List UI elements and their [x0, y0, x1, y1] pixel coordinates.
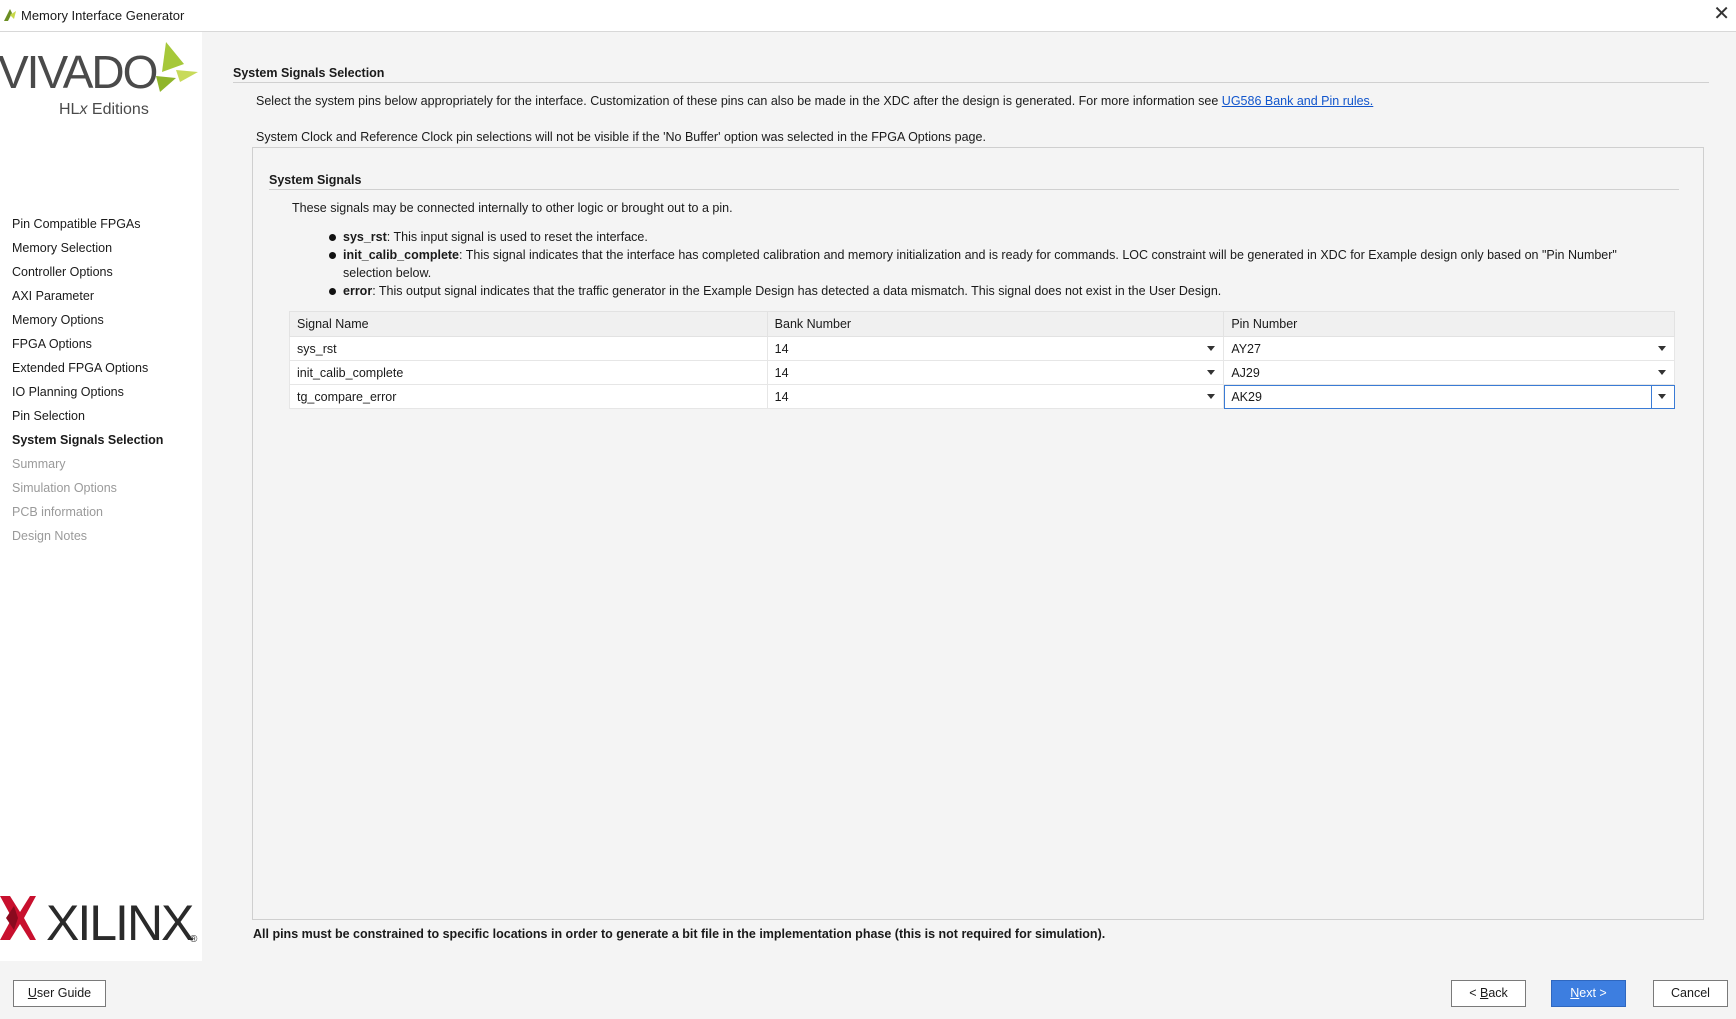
nav-item-design-notes: Design Notes [12, 529, 88, 543]
vivado-leaf-low [156, 76, 176, 92]
panel-description: These signals may be connected internall… [292, 201, 733, 215]
close-icon[interactable]: ✕ [1713, 3, 1730, 25]
signal-name-cell: tg_compare_error [289, 384, 768, 409]
bullet-init-calib-complete: init_calib_complete: This signal indicat… [329, 246, 1669, 282]
nav-item-memory-selection[interactable]: Memory Selection [0, 236, 202, 260]
pin-number-select[interactable]: AK29 [1223, 384, 1675, 409]
vivado-leaf-right [176, 70, 198, 82]
nav-item-axi-parameter[interactable]: AXI Parameter [0, 284, 202, 308]
button-bar: User Guide < Back Next > Cancel [0, 961, 1736, 1019]
registered-mark: ® [190, 934, 198, 945]
vivado-logo: VIVADO HLx Editions [0, 42, 198, 118]
chevron-down-icon[interactable] [1658, 346, 1666, 351]
back-button[interactable]: < Back [1451, 980, 1526, 1007]
panel-title: System Signals [269, 173, 362, 187]
vivado-logo-text: VIVADO [0, 46, 157, 98]
nav-item-pcb-information: PCB information [12, 505, 104, 519]
chevron-down-icon[interactable] [1207, 346, 1216, 351]
signal-descriptions: sys_rst: This input signal is used to re… [329, 228, 1669, 300]
col-header-pin-number: Pin Number [1223, 311, 1675, 337]
bullet-error: error: This output signal indicates that… [329, 282, 1669, 300]
pin-number-select[interactable]: AY27 [1223, 336, 1675, 361]
bank-number-select[interactable]: 14 [766, 360, 1225, 385]
window-title: Memory Interface Generator [21, 8, 185, 23]
nav-item-controller-options[interactable]: Controller Options [0, 260, 202, 284]
intro-text: Select the system pins below appropriate… [256, 94, 1374, 108]
bullet-sys-rst: sys_rst: This input signal is used to re… [329, 228, 1669, 246]
signal-name-cell: sys_rst [289, 336, 768, 361]
panel-divider [269, 189, 1679, 190]
cancel-button[interactable]: Cancel [1653, 980, 1728, 1007]
bank-number-select[interactable]: 14 [766, 384, 1225, 409]
xilinx-logo: XILINX ® [0, 895, 198, 946]
title-bar: Memory Interface Generator ✕ [0, 0, 1736, 32]
ug586-link[interactable]: UG586 Bank and Pin rules. [1222, 94, 1373, 108]
clock-note: System Clock and Reference Clock pin sel… [256, 130, 986, 144]
title-divider [233, 82, 1709, 83]
constraint-note: All pins must be constrained to specific… [253, 927, 1106, 941]
nav-item-extended-fpga-options[interactable]: Extended FPGA Options [0, 356, 202, 380]
nav-item-pin-compatible-fpgas[interactable]: Pin Compatible FPGAs [0, 212, 202, 236]
signal-name-cell: init_calib_complete [289, 360, 768, 385]
table-header-row: Signal Name Bank Number Pin Number [289, 311, 1675, 337]
signals-table: Signal Name Bank Number Pin Number sys_r… [289, 311, 1675, 409]
pin-number-select[interactable]: AJ29 [1223, 360, 1675, 385]
vivado-edition-text: HLx Editions [59, 101, 149, 118]
vivado-leaf-top [162, 42, 184, 72]
nav-item-summary: Summary [12, 457, 66, 471]
table-row: init_calib_complete 14 AJ29 [289, 360, 1675, 385]
chevron-down-icon[interactable] [1658, 394, 1666, 399]
user-guide-button[interactable]: User Guide [13, 980, 106, 1007]
chevron-down-icon[interactable] [1658, 370, 1666, 375]
page-title: System Signals Selection [233, 66, 385, 80]
nav-item-fpga-options[interactable]: FPGA Options [0, 332, 202, 356]
table-row: tg_compare_error 14 AK29 [289, 384, 1675, 409]
nav-item-simulation-options: Simulation Options [12, 481, 117, 495]
chevron-down-icon[interactable] [1207, 370, 1216, 375]
system-signals-panel: System Signals These signals may be conn… [252, 147, 1704, 920]
nav-item-memory-options[interactable]: Memory Options [0, 308, 202, 332]
chevron-down-icon[interactable] [1207, 394, 1216, 399]
nav-item-io-planning-options[interactable]: IO Planning Options [0, 380, 202, 404]
xilinx-logo-text: XILINX [46, 895, 194, 946]
nav-item-system-signals-selection[interactable]: System Signals Selection [0, 428, 202, 452]
col-header-bank-number: Bank Number [766, 311, 1225, 337]
bank-number-select[interactable]: 14 [766, 336, 1225, 361]
wizard-nav: Pin Compatible FPGAs Memory Selection Co… [0, 212, 202, 548]
nav-item-pin-selection[interactable]: Pin Selection [0, 404, 202, 428]
vivado-app-icon [4, 9, 16, 21]
sidebar: VIVADO HLx Editions Pin Compatible FPGAs… [0, 32, 202, 961]
col-header-signal-name: Signal Name [289, 311, 768, 337]
next-button[interactable]: Next > [1551, 980, 1626, 1007]
table-row: sys_rst 14 AY27 [289, 336, 1675, 361]
